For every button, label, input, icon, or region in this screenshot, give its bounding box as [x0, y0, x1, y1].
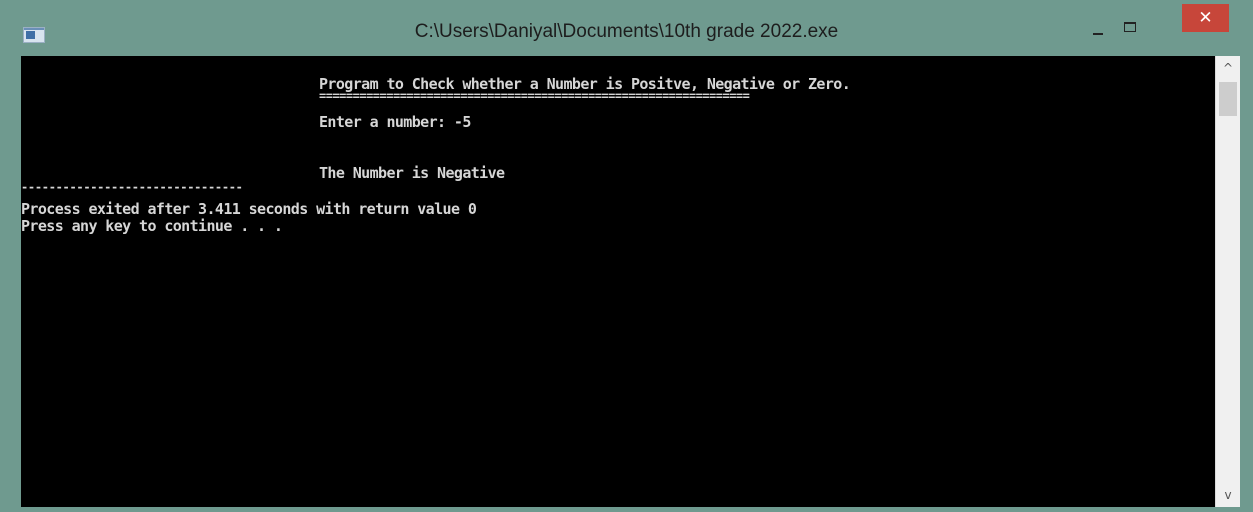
continue-prompt: Press any key to continue . . .: [21, 217, 283, 235]
scroll-up-icon[interactable]: ^: [1216, 56, 1240, 80]
minimize-icon[interactable]: [1085, 18, 1111, 40]
maximize-icon[interactable]: [1117, 18, 1143, 40]
result-message: The Number is Negative: [319, 164, 505, 182]
title-bar[interactable]: C:\Users\Daniyal\Documents\10th grade 20…: [0, 0, 1253, 56]
scroll-down-icon[interactable]: v: [1216, 483, 1240, 507]
heading-underline: ========================================…: [319, 89, 750, 103]
process-exit-message: Process exited after 3.411 seconds with …: [21, 200, 477, 218]
vertical-scrollbar[interactable]: ^ v: [1215, 56, 1240, 507]
close-icon[interactable]: ✕: [1182, 4, 1229, 32]
window-title: C:\Users\Daniyal\Documents\10th grade 20…: [414, 21, 839, 42]
console-window: C:\Users\Daniyal\Documents\10th grade 20…: [0, 0, 1253, 512]
input-prompt: Enter a number: -5: [319, 113, 471, 131]
console-output[interactable]: Program to Check whether a Number is Pos…: [21, 56, 1215, 507]
separator-line: --------------------------------: [21, 180, 243, 194]
scroll-thumb[interactable]: [1219, 82, 1237, 116]
